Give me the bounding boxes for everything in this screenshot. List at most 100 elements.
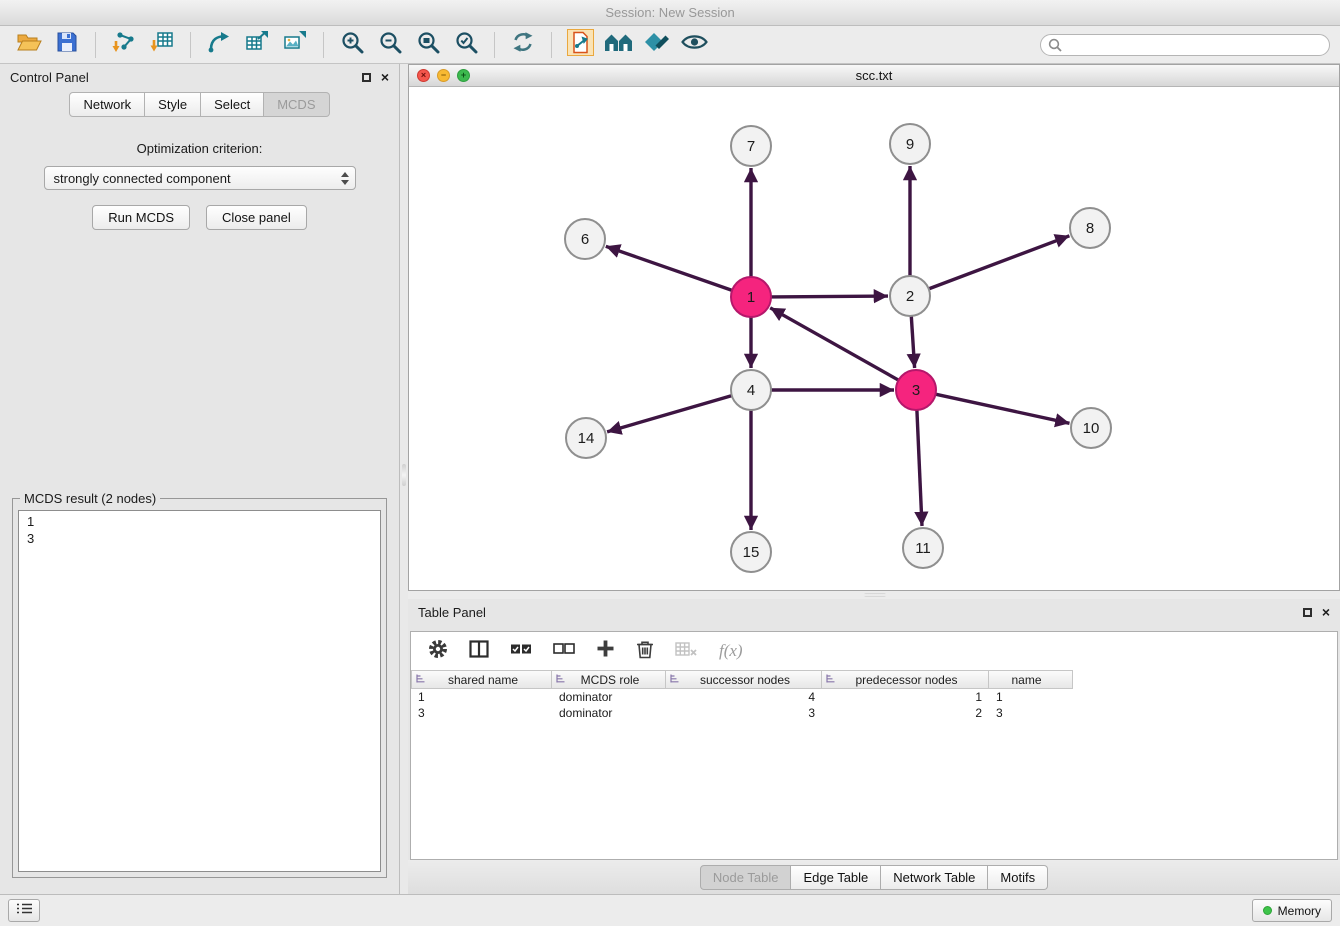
- mcds-result-item: 3: [27, 530, 372, 547]
- network-graph[interactable]: 7 9 6 8 1 2 4 3 10 14 15 11: [409, 87, 1339, 590]
- cell-shared-name[interactable]: 3: [411, 706, 552, 720]
- network-node-1[interactable]: 1: [731, 277, 771, 317]
- import-table-button[interactable]: [143, 29, 181, 61]
- edge-1-2[interactable]: [771, 296, 888, 297]
- eye-button[interactable]: [675, 29, 713, 61]
- table-panel: Table Panel ×: [408, 599, 1340, 894]
- network-node-15[interactable]: 15: [731, 532, 771, 572]
- horizontal-splitter[interactable]: [408, 591, 1340, 599]
- table-row[interactable]: 1 dominator 4 1 1: [411, 689, 1337, 705]
- edge-1-6[interactable]: [606, 246, 732, 290]
- task-history-button[interactable]: [8, 899, 40, 922]
- cell-mcds-role[interactable]: dominator: [552, 690, 666, 704]
- table-row[interactable]: 3 dominator 3 2 3: [411, 705, 1337, 721]
- open-session-button[interactable]: [10, 29, 48, 61]
- frame-zoom-button[interactable]: +: [457, 69, 470, 82]
- frame-close-button[interactable]: ×: [417, 69, 430, 82]
- unchecked-boxes-icon: [553, 643, 575, 660]
- tab-style[interactable]: Style: [145, 92, 201, 117]
- cell-successor-nodes[interactable]: 3: [666, 706, 822, 720]
- memory-button[interactable]: Memory: [1252, 899, 1332, 922]
- column-header-shared-name[interactable]: shared name: [411, 670, 552, 689]
- table-settings-button[interactable]: [428, 639, 448, 664]
- select-all-button[interactable]: [510, 641, 532, 662]
- network-canvas[interactable]: 7 9 6 8 1 2 4 3 10 14 15 11: [409, 87, 1339, 590]
- network-node-2[interactable]: 2: [890, 276, 930, 316]
- run-mcds-button[interactable]: Run MCDS: [92, 205, 190, 230]
- deselect-all-button[interactable]: [553, 641, 575, 661]
- close-panel-icon[interactable]: ×: [1322, 605, 1330, 619]
- edge-2-3[interactable]: [911, 316, 914, 368]
- column-header-mcds-role[interactable]: MCDS role: [552, 670, 666, 689]
- float-panel-icon[interactable]: [362, 73, 371, 82]
- tab-network[interactable]: Network: [69, 92, 145, 117]
- vertical-splitter[interactable]: [400, 64, 408, 894]
- table-header-row: shared name MCDS role successor nodes pr…: [411, 670, 1337, 689]
- network-document-share-button[interactable]: [561, 29, 599, 61]
- edge-3-11[interactable]: [917, 410, 922, 526]
- column-namespace-icon: [415, 673, 426, 687]
- zoom-out-button[interactable]: [371, 29, 409, 61]
- export-table-button[interactable]: [238, 29, 276, 61]
- float-panel-icon[interactable]: [1303, 608, 1312, 617]
- tab-select[interactable]: Select: [201, 92, 264, 117]
- edge-4-14[interactable]: [607, 396, 732, 432]
- network-node-10[interactable]: 10: [1071, 408, 1111, 448]
- status-bar: Memory: [0, 894, 1340, 926]
- edge-2-8[interactable]: [929, 236, 1070, 289]
- tab-motifs[interactable]: Motifs: [988, 865, 1048, 890]
- import-network-button[interactable]: [105, 29, 143, 61]
- close-panel-icon[interactable]: ×: [381, 70, 389, 84]
- export-table-icon: [245, 30, 269, 59]
- network-node-4[interactable]: 4: [731, 370, 771, 410]
- network-node-9[interactable]: 9: [890, 124, 930, 164]
- node-table-area: f(x) shared name MCDS role successor nod…: [410, 631, 1338, 860]
- mcds-result-group: MCDS result (2 nodes) 1 3: [12, 498, 387, 878]
- close-panel-button[interactable]: Close panel: [206, 205, 307, 230]
- share-network-button[interactable]: [200, 29, 238, 61]
- show-columns-button[interactable]: [469, 640, 489, 663]
- network-frame-title: scc.txt: [409, 68, 1339, 83]
- optimization-criterion-dropdown[interactable]: strongly connected component: [44, 166, 356, 190]
- style-brush-button[interactable]: [637, 29, 675, 61]
- edge-3-1[interactable]: [770, 308, 898, 380]
- cell-predecessor-nodes[interactable]: 2: [822, 706, 989, 720]
- network-node-6[interactable]: 6: [565, 219, 605, 259]
- column-header-name[interactable]: name: [989, 670, 1073, 689]
- tab-network-table[interactable]: Network Table: [881, 865, 988, 890]
- network-node-3[interactable]: 3: [896, 370, 936, 410]
- refresh-layout-button[interactable]: [504, 29, 542, 61]
- tab-mcds[interactable]: MCDS: [264, 92, 329, 117]
- frame-minimize-button[interactable]: −: [437, 69, 450, 82]
- network-node-7[interactable]: 7: [731, 126, 771, 166]
- tab-node-table[interactable]: Node Table: [700, 865, 792, 890]
- zoom-selected-button[interactable]: [447, 29, 485, 61]
- cell-name[interactable]: 1: [989, 690, 1073, 704]
- save-session-button[interactable]: [48, 29, 86, 61]
- create-column-button[interactable]: [596, 639, 615, 663]
- houses-button[interactable]: [599, 29, 637, 61]
- column-namespace-icon: [555, 673, 566, 687]
- cell-mcds-role[interactable]: dominator: [552, 706, 666, 720]
- cell-shared-name[interactable]: 1: [411, 690, 552, 704]
- open-folder-icon: [16, 31, 42, 58]
- delete-column-button[interactable]: [636, 639, 654, 664]
- network-node-14[interactable]: 14: [566, 418, 606, 458]
- zoom-fit-button[interactable]: [409, 29, 447, 61]
- zoom-in-button[interactable]: [333, 29, 371, 61]
- search-input[interactable]: [1040, 34, 1330, 56]
- cell-name[interactable]: 3: [989, 706, 1073, 720]
- cell-successor-nodes[interactable]: 4: [666, 690, 822, 704]
- toolbar-separator: [551, 32, 552, 58]
- mcds-result-list: 1 3: [18, 510, 381, 872]
- column-header-predecessor-nodes[interactable]: predecessor nodes: [822, 670, 989, 689]
- export-image-button[interactable]: [276, 29, 314, 61]
- cell-predecessor-nodes[interactable]: 1: [822, 690, 989, 704]
- edge-3-10[interactable]: [936, 394, 1070, 423]
- column-header-successor-nodes[interactable]: successor nodes: [666, 670, 822, 689]
- node-label: 11: [915, 540, 931, 557]
- tab-edge-table[interactable]: Edge Table: [791, 865, 881, 890]
- network-node-11[interactable]: 11: [903, 528, 943, 568]
- network-node-8[interactable]: 8: [1070, 208, 1110, 248]
- table-panel-title: Table Panel: [418, 605, 486, 620]
